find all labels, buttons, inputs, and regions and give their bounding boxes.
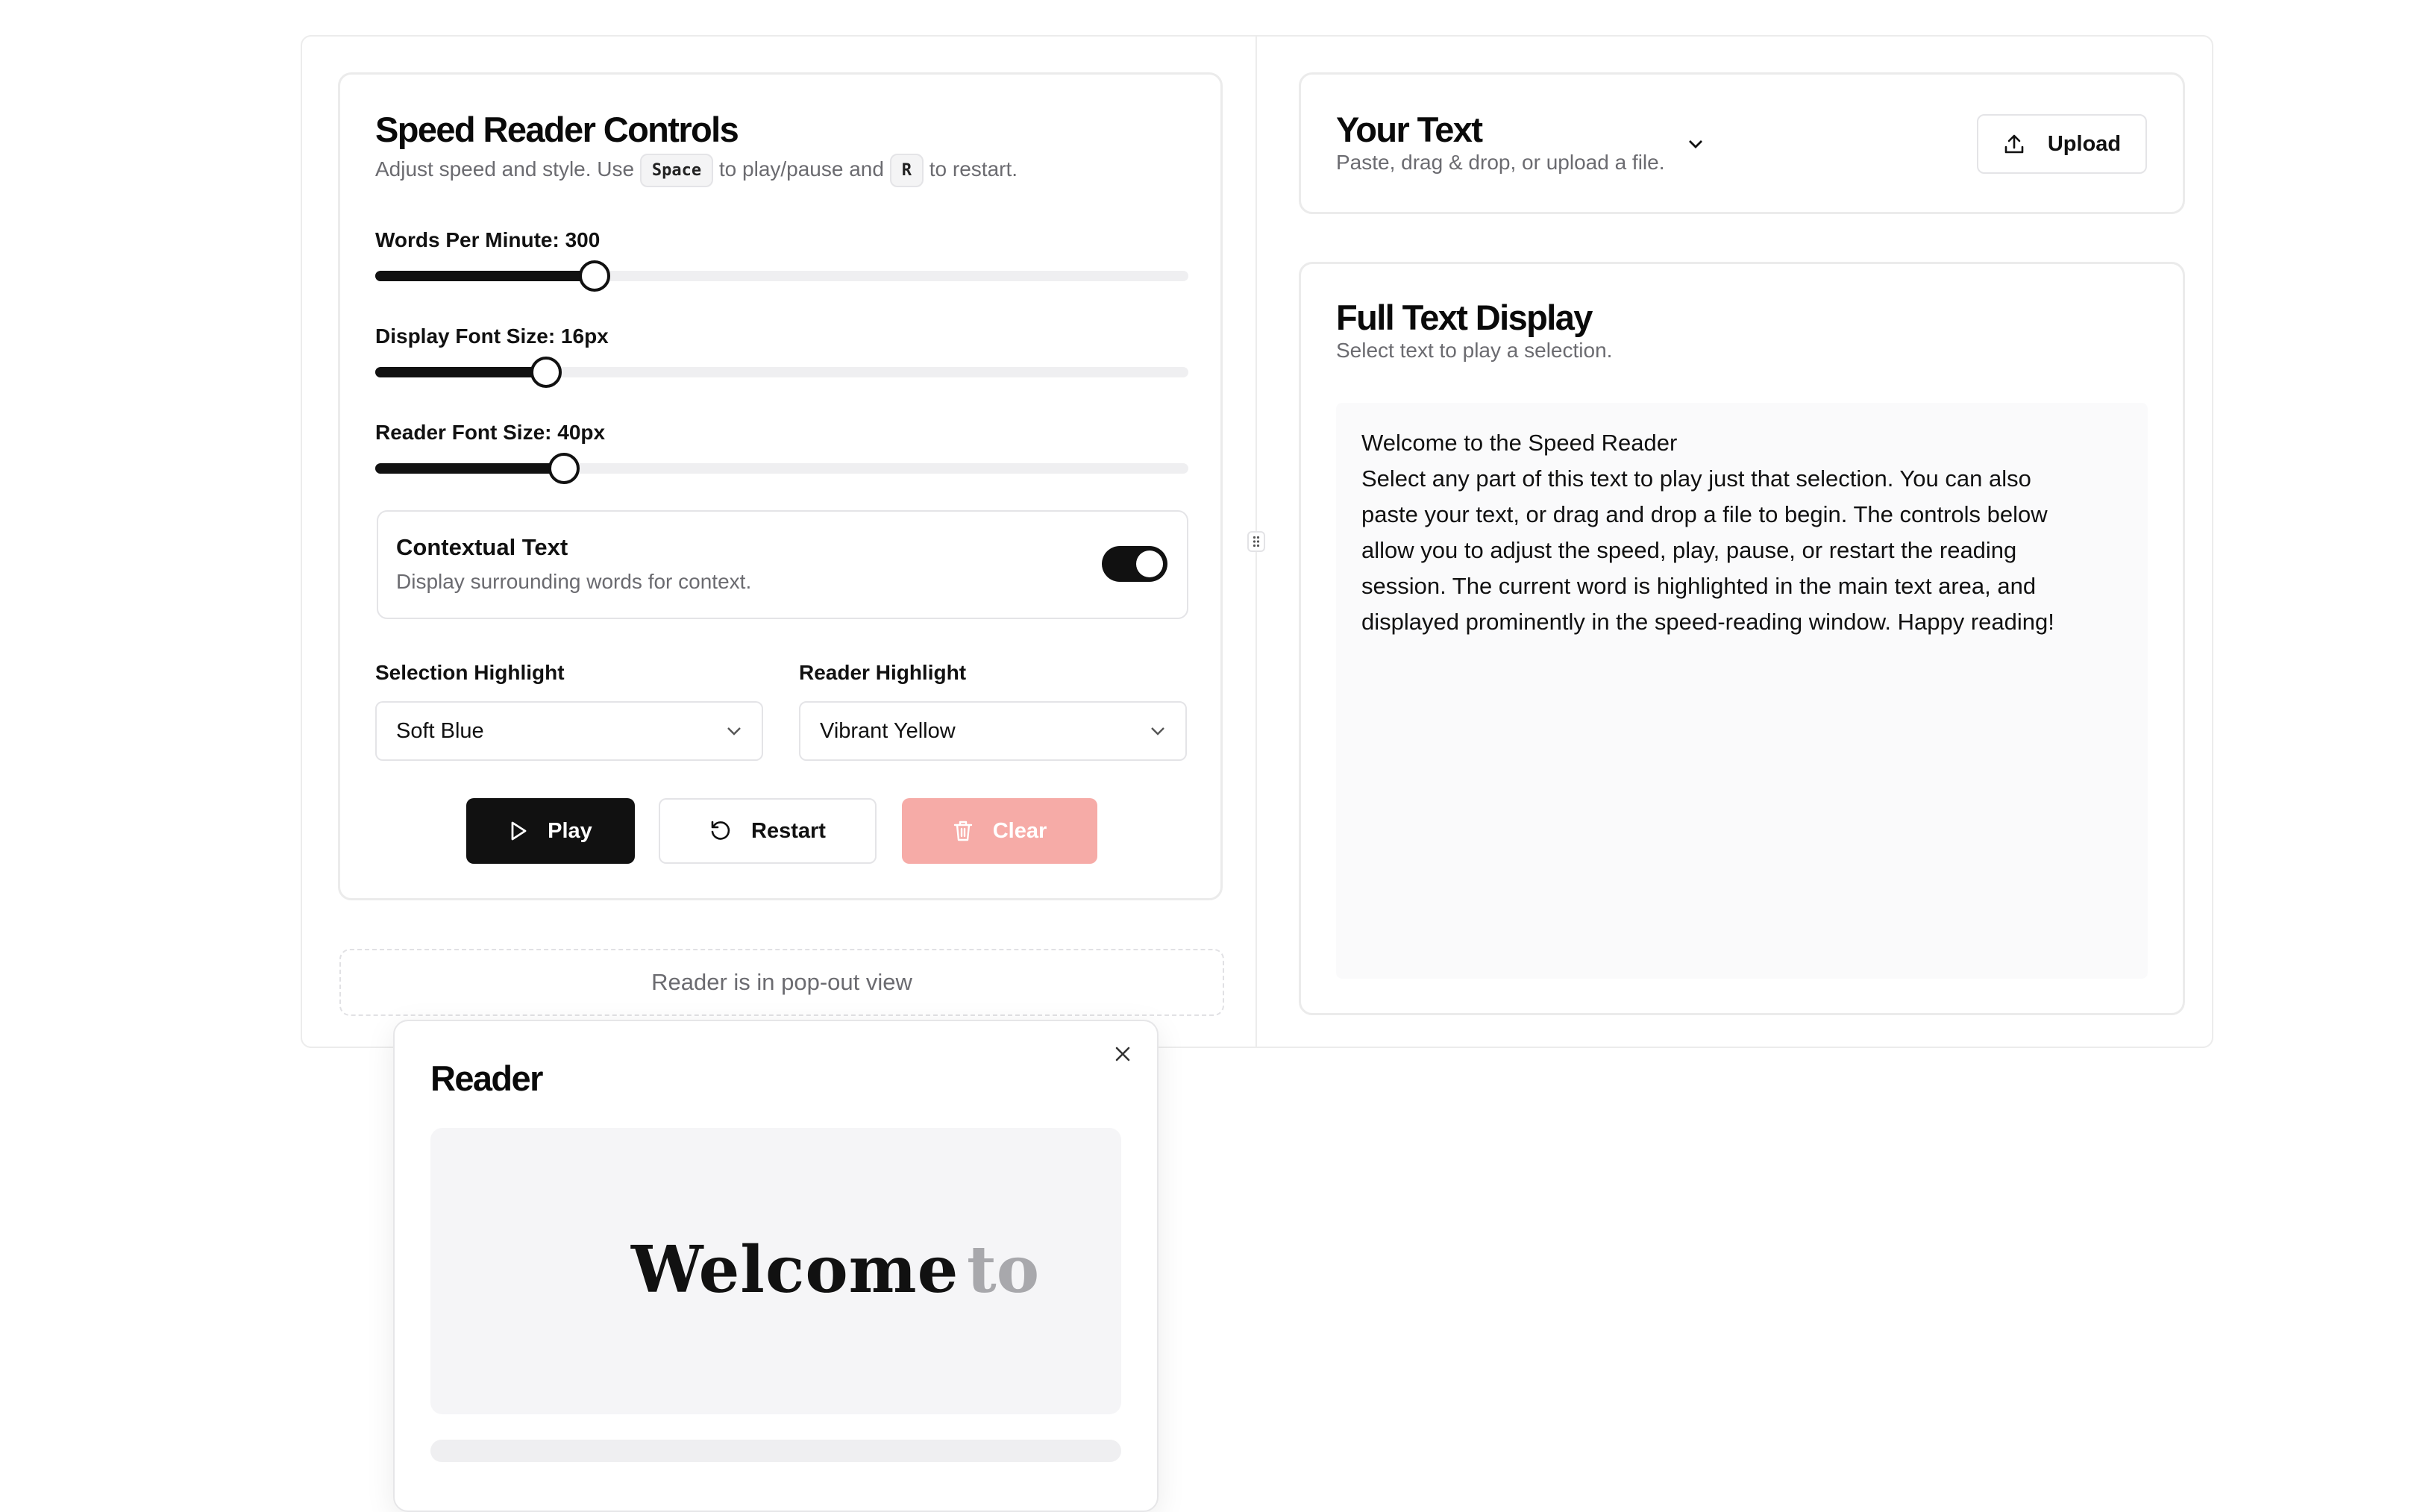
restart-icon: [711, 821, 730, 840]
wpm-label: Words Per Minute: 300: [375, 228, 601, 251]
full-text-line: allow you to adjust the speed, play, pau…: [1361, 537, 2017, 563]
kbd-space: Space: [639, 154, 714, 187]
full-text-title: Full Text Display: [1336, 298, 1593, 337]
toggle-knob: [1136, 550, 1163, 577]
chevron-down-icon: [1689, 140, 1702, 148]
reader-font-slider-fill: [375, 463, 564, 474]
full-text-line: Select any part of this text to play jus…: [1361, 465, 2031, 492]
full-text-area[interactable]: Welcome to the Speed Reader Select any p…: [1336, 403, 2148, 979]
collapse-toggle[interactable]: [1684, 133, 1707, 155]
wpm-slider[interactable]: [375, 260, 1188, 292]
display-font-slider[interactable]: [375, 357, 1188, 388]
controls-title: Speed Reader Controls: [375, 110, 739, 149]
selection-highlight-label: Selection Highlight: [375, 661, 565, 684]
full-text-line: paste your text, or drag and drop a file…: [1361, 501, 2048, 527]
wpm-slider-thumb[interactable]: [579, 260, 611, 292]
reader-highlight-label: Reader Highlight: [799, 661, 967, 684]
wpm-slider-fill: [375, 271, 595, 281]
reader-highlight-select[interactable]: Vibrant Yellow: [799, 701, 1187, 761]
contextual-text-box: [377, 510, 1188, 619]
restart-button[interactable]: Restart: [659, 798, 877, 864]
full-text-line: session. The current word is highlighted…: [1361, 573, 2037, 599]
chevron-down-icon: [1151, 727, 1164, 735]
reader-current-word: Welcome: [631, 1232, 959, 1308]
selection-highlight-select[interactable]: Soft Blue: [375, 701, 763, 761]
full-text-heading: Welcome to the Speed Reader: [1361, 430, 1678, 456]
display-font-label: Display Font Size: 16px: [375, 324, 609, 348]
contextual-text-title: Contextual Text: [396, 534, 568, 560]
resize-handle[interactable]: [1247, 531, 1265, 552]
reader-font-slider-thumb[interactable]: [548, 453, 580, 484]
reader-next-word: to: [967, 1232, 1040, 1308]
popout-placeholder-text: Reader is in pop-out view: [651, 969, 912, 995]
upload-icon: [2004, 134, 2024, 154]
play-button[interactable]: Play: [466, 798, 635, 864]
your-text-title: Your Text: [1336, 110, 1483, 149]
reader-font-label: Reader Font Size: 40px: [375, 421, 606, 444]
reader-progress-bar: [430, 1440, 1121, 1462]
upload-button[interactable]: Upload: [1977, 114, 2147, 174]
display-font-slider-fill: [375, 367, 546, 377]
controls-subtitle: Adjust speed and style. Use Space to pla…: [375, 154, 1018, 187]
trash-icon: [953, 821, 972, 841]
close-button[interactable]: [1110, 1041, 1135, 1067]
popout-placeholder: Reader is in pop-out view: [339, 949, 1224, 1016]
grip-icon: [1253, 536, 1260, 548]
your-text-subtitle: Paste, drag & drop, or upload a file.: [1336, 151, 1665, 174]
play-icon: [511, 821, 527, 841]
contextual-text-toggle[interactable]: [1102, 546, 1167, 582]
full-text-line: displayed prominently in the speed-readi…: [1361, 609, 2054, 635]
reader-font-slider[interactable]: [375, 453, 1188, 484]
full-text-subtitle: Select text to play a selection.: [1336, 339, 1613, 362]
kbd-r: R: [889, 154, 924, 187]
clear-button[interactable]: Clear: [902, 798, 1097, 864]
display-font-slider-thumb[interactable]: [530, 357, 562, 388]
controls-card: [338, 72, 1223, 900]
chevron-down-icon: [727, 727, 741, 735]
reader-title: Reader: [430, 1058, 543, 1098]
contextual-text-desc: Display surrounding words for context.: [396, 570, 752, 593]
close-icon: [1115, 1047, 1130, 1061]
